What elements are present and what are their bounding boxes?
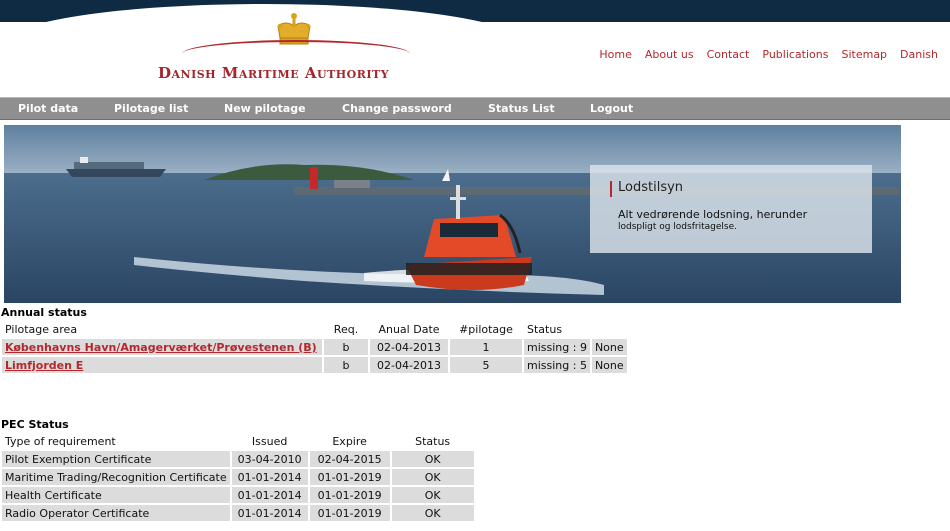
issued-cell: 01-01-2014 xyxy=(231,487,308,503)
status-cell: OK xyxy=(391,451,474,467)
col-pilotage-count: #pilotage xyxy=(459,323,513,336)
info-box-text: Alt vedrørende lodsning, herunder xyxy=(618,208,808,221)
annual-status-table: Pilotage area Req. Anual Date #pilotage … xyxy=(0,320,629,375)
logo-text: Danish Maritime Authority xyxy=(158,64,390,82)
expire-cell: 01-01-2019 xyxy=(309,505,390,521)
req-cell: b xyxy=(324,357,368,373)
issued-cell: 01-01-2014 xyxy=(231,469,308,485)
nav-new-pilotage[interactable]: New pilotage xyxy=(224,102,306,115)
table-row: Maritime Trading/Recognition Certificate… xyxy=(2,469,474,485)
link-publications[interactable]: Publications xyxy=(762,48,828,61)
status-cell: OK xyxy=(391,469,474,485)
expire-cell: 01-01-2019 xyxy=(309,469,390,485)
nav-logout[interactable]: Logout xyxy=(590,102,633,115)
req-cell: b xyxy=(324,339,368,355)
table-row: Københavns Havn/Amagerværket/Prøvestenen… xyxy=(2,339,627,355)
pec-status-title: PEC Status xyxy=(1,418,69,431)
link-about-us[interactable]: About us xyxy=(645,48,694,61)
link-home[interactable]: Home xyxy=(599,48,631,61)
table-row: Health Certificate 01-01-2014 01-01-2019… xyxy=(2,487,474,503)
info-box-title: Lodstilsyn xyxy=(618,180,684,195)
info-box-accent xyxy=(610,181,612,197)
table-header-row: Type of requirement Issued Expire Status xyxy=(2,434,474,449)
col-extra xyxy=(592,322,627,337)
area-link[interactable]: Limfjorden E xyxy=(5,359,83,372)
hero-info-box: Lodstilsyn Alt vedrørende lodsning, heru… xyxy=(590,165,872,253)
nav-status-list[interactable]: Status List xyxy=(488,102,555,115)
count-cell: 1 xyxy=(450,339,522,355)
area-cell: Københavns Havn/Amagerværket/Prøvestenen… xyxy=(2,339,322,355)
link-contact[interactable]: Contact xyxy=(707,48,750,61)
col-pilotage-area: Pilotage area xyxy=(5,323,78,336)
nav-pilot-data[interactable]: Pilot data xyxy=(18,102,78,115)
col-status: Status xyxy=(527,323,563,336)
table-row: Limfjorden E b 02-04-2013 5 missing : 5 … xyxy=(2,357,627,373)
extra-cell: None xyxy=(591,339,627,355)
issued-cell: 03-04-2010 xyxy=(231,451,308,467)
col-issued: Issued xyxy=(251,435,288,448)
expire-cell: 01-01-2019 xyxy=(309,487,390,503)
type-cell: Maritime Trading/Recognition Certificate xyxy=(2,469,230,485)
link-sitemap[interactable]: Sitemap xyxy=(841,48,887,61)
table-row: Pilot Exemption Certificate 03-04-2010 0… xyxy=(2,451,474,467)
date-cell: 02-04-2013 xyxy=(370,339,448,355)
issued-cell: 01-01-2014 xyxy=(231,505,308,521)
top-links: Home About us Contact Publications Sitem… xyxy=(599,48,938,61)
status-cell: OK xyxy=(391,505,474,521)
pec-status-table: Type of requirement Issued Expire Status… xyxy=(0,432,476,523)
col-status: Status xyxy=(415,435,451,448)
info-box-subtext: lodspligt og lodsfritagelse. xyxy=(618,222,737,232)
link-danish[interactable]: Danish xyxy=(900,48,938,61)
col-type-of-requirement: Type of requirement xyxy=(5,435,116,448)
col-expire: Expire xyxy=(332,435,367,448)
table-row: Radio Operator Certificate 01-01-2014 01… xyxy=(2,505,474,521)
nav-change-password[interactable]: Change password xyxy=(342,102,452,115)
main-nav: Pilot data Pilotage list New pilotage Ch… xyxy=(0,97,950,120)
status-cell: missing : 9 xyxy=(524,339,590,355)
table-header-row: Pilotage area Req. Anual Date #pilotage … xyxy=(2,322,627,337)
expire-cell: 02-04-2015 xyxy=(309,451,390,467)
type-cell: Radio Operator Certificate xyxy=(2,505,230,521)
type-cell: Pilot Exemption Certificate xyxy=(2,451,230,467)
area-link[interactable]: Københavns Havn/Amagerværket/Prøvestenen… xyxy=(5,341,317,354)
area-cell: Limfjorden E xyxy=(2,357,322,373)
col-req: Req. xyxy=(333,323,359,336)
extra-cell: None xyxy=(591,357,627,373)
count-cell: 5 xyxy=(450,357,522,373)
annual-status-title: Annual status xyxy=(1,306,87,319)
nav-pilotage-list[interactable]: Pilotage list xyxy=(114,102,188,115)
date-cell: 02-04-2013 xyxy=(370,357,448,373)
col-anual-date: Anual Date xyxy=(378,323,440,336)
status-cell: OK xyxy=(391,487,474,503)
status-cell: missing : 5 xyxy=(524,357,590,373)
type-cell: Health Certificate xyxy=(2,487,230,503)
